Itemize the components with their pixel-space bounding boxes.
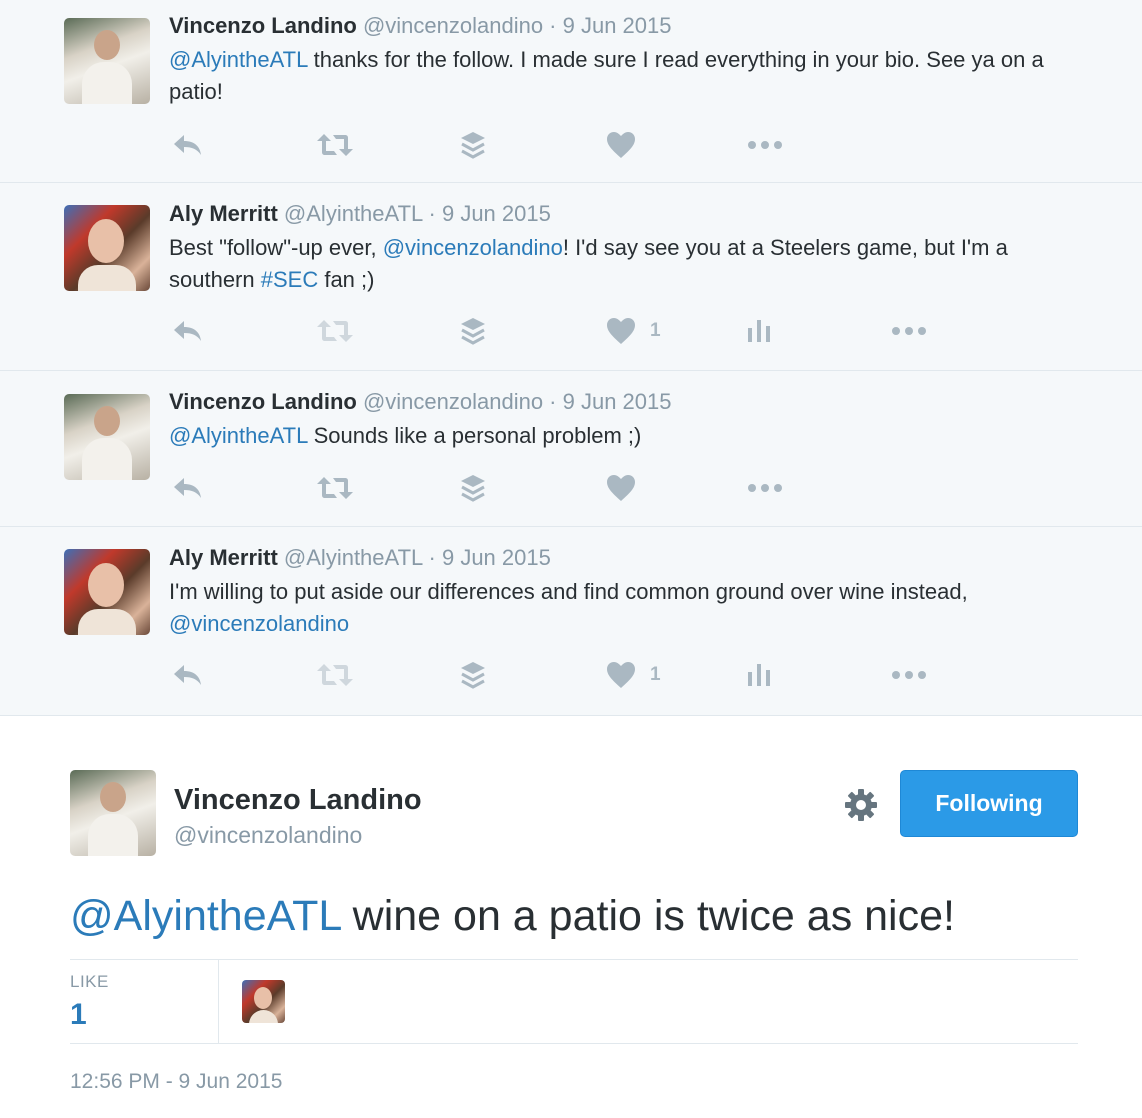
analytics-icon [748,664,770,686]
tweet-text: @AlyintheATL Sounds like a personal prob… [169,420,1099,452]
stack-button[interactable] [459,660,487,690]
retweet-button [316,660,354,690]
like-button[interactable] [606,130,636,160]
reply-icon [174,135,201,155]
heart-icon [607,475,635,501]
stat-divider [218,960,219,1043]
like-stat-count[interactable]: 1 [70,998,87,1032]
layers-icon [461,132,485,159]
tweet-meta: @AlyintheATL · 9 Jun 2015 [283,545,551,570]
tweet-meta: @vincenzolandino · 9 Jun 2015 [362,13,672,38]
tweet-text: I'm willing to put aside our differences… [169,576,1099,640]
tweet-text-part: fan ;) [318,267,375,292]
tweet-meta: @AlyintheATL · 9 Jun 2015 [283,201,551,226]
analytics-button[interactable] [746,316,772,346]
reply-icon [174,665,201,685]
heart-icon [607,662,635,688]
mention-link[interactable]: @vincenzolandino [383,235,563,260]
tweet-text: @AlyintheATL wine on a patio is twice as… [70,886,955,946]
liker-avatar[interactable] [242,980,285,1023]
more-icon [748,141,782,149]
stack-button[interactable] [459,316,487,346]
analytics-button[interactable] [746,660,772,690]
retweet-icon [317,664,353,686]
avatar[interactable] [70,770,156,856]
layers-icon [461,318,485,345]
tweet-meta: @vincenzolandino · 9 Jun 2015 [362,389,672,414]
reply-button[interactable] [172,473,204,503]
mention-link[interactable]: @AlyintheATL [70,892,341,940]
retweet-button [316,316,354,346]
tweet-text: @AlyintheATL thanks for the follow. I ma… [169,44,1099,108]
avatar[interactable] [64,394,150,480]
reply-icon [174,478,201,498]
more-icon [748,484,782,492]
heart-icon [607,318,635,344]
following-button[interactable]: Following [900,770,1078,837]
mention-link[interactable]: @AlyintheATL [169,47,308,72]
reply-button[interactable] [172,130,204,160]
more-button[interactable] [891,316,927,346]
author-name[interactable]: Vincenzo Landino [174,784,422,817]
reply-button[interactable] [172,660,204,690]
tweet-text-part: Sounds like a personal problem ;) [307,423,642,448]
retweet-button[interactable] [316,473,354,503]
divider [70,959,1078,960]
avatar[interactable] [64,205,150,291]
settings-button[interactable] [842,786,880,824]
avatar[interactable] [64,549,150,635]
reply-tweet[interactable]: Vincenzo Landino @vincenzolandino · 9 Ju… [0,0,1142,183]
tweet-text: Best "follow"-up ever, @vincenzolandino!… [169,232,1099,296]
layers-icon [461,662,485,689]
reply-tweet[interactable]: Aly Merritt @AlyintheATL · 9 Jun 2015 Be… [0,183,1142,371]
like-count: 1 [650,320,661,341]
divider [70,1043,1078,1044]
like-button[interactable]: 1 [606,660,661,690]
reply-tweet[interactable]: Aly Merritt @AlyintheATL · 9 Jun 2015 I'… [0,527,1142,716]
tweet-timestamp[interactable]: 12:56 PM - 9 Jun 2015 [70,1070,282,1094]
like-stat-label: LIKE [70,972,109,991]
mention-link[interactable]: @AlyintheATL [169,423,308,448]
more-icon [892,327,926,335]
stack-button[interactable] [459,130,487,160]
retweet-icon [317,477,353,499]
like-button[interactable] [606,473,636,503]
gear-icon [845,789,877,821]
hashtag-link[interactable]: #SEC [261,267,318,292]
reply-tweet[interactable]: Vincenzo Landino @vincenzolandino · 9 Ju… [0,371,1142,527]
tweet-author-name[interactable]: Aly Merritt [169,201,278,226]
reply-icon [174,321,201,341]
tweet-text-part: Best "follow"-up ever, [169,235,383,260]
layers-icon [461,475,485,502]
like-button[interactable]: 1 [606,316,661,346]
analytics-icon [748,320,770,342]
more-button[interactable] [747,473,783,503]
stack-button[interactable] [459,473,487,503]
retweet-button[interactable] [316,130,354,160]
more-button[interactable] [747,130,783,160]
mention-link[interactable]: @vincenzolandino [169,611,349,636]
reply-button[interactable] [172,316,204,346]
retweet-icon [317,134,353,156]
author-handle[interactable]: @vincenzolandino [174,822,362,849]
tweet-text-part: I'm willing to put aside our differences… [169,579,968,604]
heart-icon [607,132,635,158]
avatar[interactable] [64,18,150,104]
retweet-icon [317,320,353,342]
tweet-author-name[interactable]: Vincenzo Landino [169,389,357,414]
tweet-text-part: wine on a patio is twice as nice! [340,892,955,940]
tweet-author-name[interactable]: Vincenzo Landino [169,13,357,38]
tweet-author-name[interactable]: Aly Merritt [169,545,278,570]
like-count: 1 [650,664,661,685]
more-icon [892,671,926,679]
more-button[interactable] [891,660,927,690]
